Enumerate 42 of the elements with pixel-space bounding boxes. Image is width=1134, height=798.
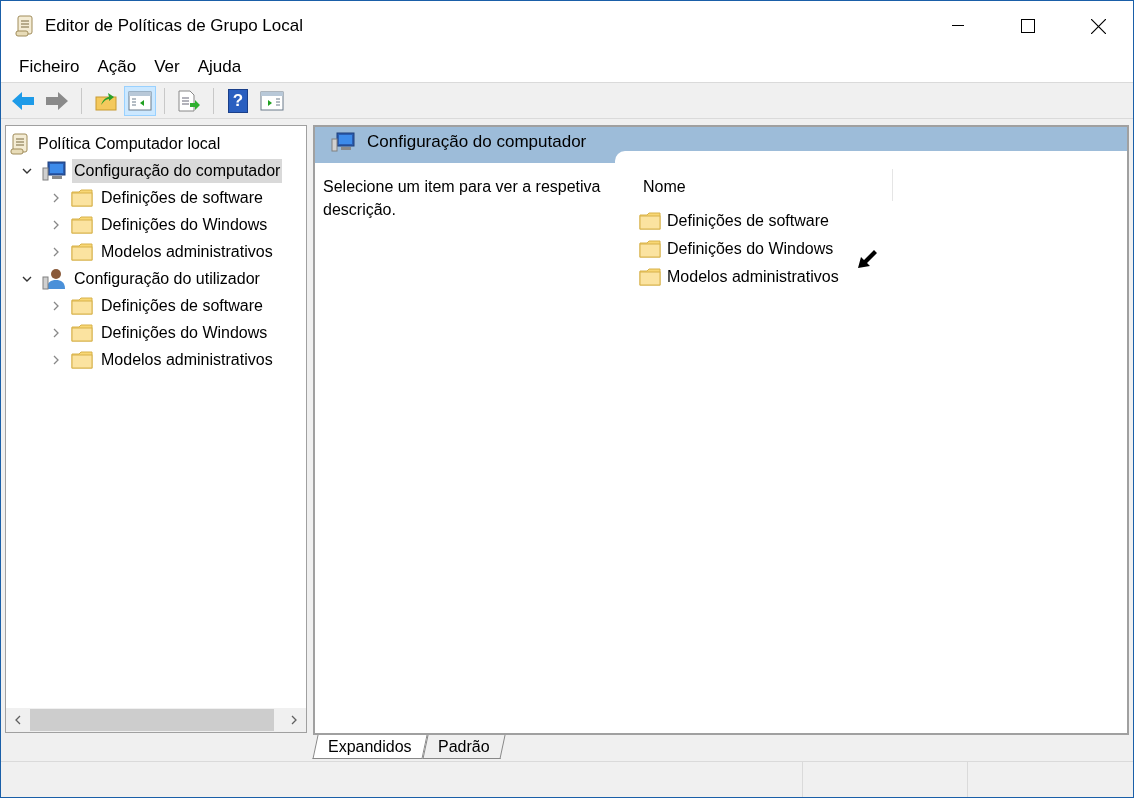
tree-item[interactable]: Modelos administrativos xyxy=(99,239,275,264)
panel-heading: Configuração do computador xyxy=(367,131,587,154)
tree-item[interactable]: Política Computador local xyxy=(36,131,223,156)
description-text: Selecione um item para ver a respetiva descrição. xyxy=(322,177,602,220)
folder-icon xyxy=(71,296,93,315)
tree-item[interactable]: Modelos administrativos xyxy=(99,347,275,372)
window-title: Editor de Políticas de Grupo Local xyxy=(45,15,303,38)
folder-icon xyxy=(71,242,93,261)
scroll-icon xyxy=(15,15,35,37)
tree-item[interactable]: Configuração do utilizador xyxy=(72,266,262,291)
menu-item[interactable]: Ação xyxy=(89,53,145,80)
user-icon xyxy=(42,267,66,290)
folder-icon xyxy=(71,323,93,342)
close-icon xyxy=(1090,18,1106,34)
maximize-icon xyxy=(1021,19,1035,33)
tree-item[interactable]: Definições do Windows xyxy=(99,212,270,237)
list-item[interactable]: Definições do Windows xyxy=(667,237,834,261)
scroll-icon xyxy=(10,132,30,155)
menu-item[interactable]: Ajuda xyxy=(189,53,250,80)
list-item[interactable]: Definições de software xyxy=(667,209,829,233)
scrollbar-thumb[interactable] xyxy=(30,709,274,731)
tab[interactable]: Padrão xyxy=(422,735,505,759)
tree-item[interactable]: Definições de software xyxy=(99,293,265,318)
list-item[interactable]: Modelos administrativos xyxy=(667,265,839,289)
tab[interactable]: Expandidos xyxy=(312,735,428,759)
folder-icon xyxy=(639,212,661,230)
menu-item[interactable]: Ficheiro xyxy=(11,53,88,80)
tree-item[interactable]: Definições do Windows xyxy=(99,320,270,345)
pointer-arrow-icon xyxy=(857,247,879,269)
folder-icon xyxy=(639,268,661,286)
minimize-icon xyxy=(952,25,964,27)
folder-icon xyxy=(71,215,93,234)
folder-icon xyxy=(639,240,661,258)
folder-icon xyxy=(71,350,93,369)
tree-pane-icon[interactable] xyxy=(124,85,156,116)
tree-item[interactable]: Definições de software xyxy=(99,185,265,210)
tree-item[interactable]: Configuração do computador xyxy=(72,158,283,183)
computer-icon xyxy=(331,132,355,152)
computer-icon xyxy=(42,160,66,181)
folder-icon xyxy=(71,188,93,207)
column-header[interactable]: Nome xyxy=(633,169,893,201)
menu-item[interactable]: Ver xyxy=(146,53,188,80)
